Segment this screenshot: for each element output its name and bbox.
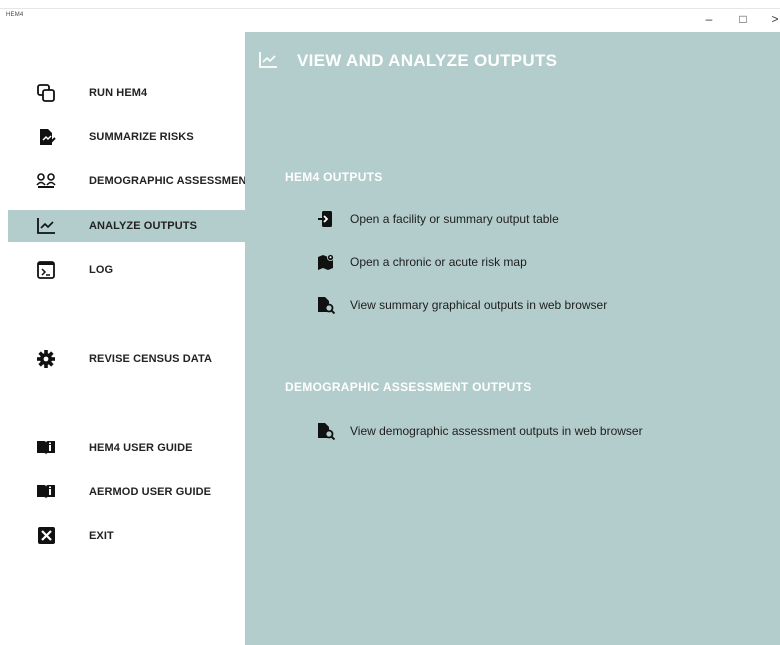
- sidebar-item-hem4-user-guide[interactable]: HEM4 USER GUIDE: [8, 432, 245, 464]
- sidebar: RUN HEM4 SUMMARIZE RISKS DEMOGRAPHIC ASS…: [0, 32, 253, 645]
- copy-windows-icon: [36, 84, 56, 102]
- open-risk-map-link[interactable]: Open a chronic or acute risk map: [317, 251, 527, 273]
- action-label: View demographic assessment outputs in w…: [350, 424, 643, 438]
- sidebar-item-label: ANALYZE OUTPUTS: [89, 220, 198, 232]
- view-summary-graphical-outputs-link[interactable]: View summary graphical outputs in web br…: [317, 294, 607, 316]
- map-pin-icon: [317, 253, 335, 271]
- sidebar-item-log[interactable]: LOG: [8, 254, 245, 286]
- gear-icon: [36, 350, 56, 368]
- sidebar-item-exit[interactable]: EXIT: [8, 520, 245, 552]
- open-output-table-link[interactable]: Open a facility or summary output table: [317, 208, 559, 230]
- sidebar-item-label: EXIT: [89, 530, 114, 542]
- open-file-icon: [317, 210, 335, 228]
- action-label: Open a chronic or acute risk map: [350, 255, 527, 269]
- main-panel: VIEW AND ANALYZE OUTPUTS HEM4 OUTPUTS Op…: [245, 32, 780, 645]
- book-icon: [36, 439, 56, 457]
- sidebar-item-run-hem4[interactable]: RUN HEM4: [8, 77, 245, 109]
- sidebar-item-label: HEM4 USER GUIDE: [89, 442, 193, 454]
- sidebar-item-aermod-user-guide[interactable]: AERMOD USER GUIDE: [8, 476, 245, 508]
- close-window-button[interactable]: >: [768, 12, 780, 26]
- page-title: VIEW AND ANALYZE OUTPUTS: [297, 51, 558, 70]
- sidebar-item-label: DEMOGRAPHIC ASSESSMENT: [89, 175, 254, 187]
- sidebar-item-label: LOG: [89, 264, 114, 276]
- sidebar-item-label: RUN HEM4: [89, 87, 148, 99]
- sidebar-item-demographic-assessment[interactable]: DEMOGRAPHIC ASSESSMENT: [8, 165, 253, 197]
- app-title: HEM4: [6, 12, 24, 18]
- section-title-hem4-outputs: HEM4 OUTPUTS: [285, 170, 383, 184]
- minimize-button[interactable]: –: [702, 12, 716, 26]
- file-search-icon: [317, 296, 335, 314]
- sidebar-item-analyze-outputs[interactable]: ANALYZE OUTPUTS: [8, 210, 245, 242]
- maximize-button[interactable]: □: [736, 12, 750, 26]
- people-group-icon: [36, 172, 56, 190]
- line-chart-icon: [258, 51, 278, 69]
- action-label: View summary graphical outputs in web br…: [350, 298, 608, 312]
- document-edit-icon: [36, 128, 56, 146]
- title-bar: HEM4 – □ >: [0, 0, 780, 32]
- view-demographic-outputs-link[interactable]: View demographic assessment outputs in w…: [317, 420, 643, 442]
- section-title-demographic-outputs: DEMOGRAPHIC ASSESSMENT OUTPUTS: [285, 380, 532, 394]
- title-bar-divider: [0, 8, 780, 9]
- file-search-icon: [317, 422, 335, 440]
- line-chart-icon: [36, 217, 56, 235]
- sidebar-item-label: REVISE CENSUS DATA: [89, 353, 213, 365]
- sidebar-item-revise-census-data[interactable]: REVISE CENSUS DATA: [8, 343, 245, 375]
- sidebar-item-summarize-risks[interactable]: SUMMARIZE RISKS: [8, 121, 245, 153]
- terminal-icon: [36, 261, 56, 279]
- sidebar-item-label: SUMMARIZE RISKS: [89, 131, 194, 143]
- sidebar-item-label: AERMOD USER GUIDE: [89, 486, 212, 498]
- action-label: Open a facility or summary output table: [350, 212, 559, 226]
- close-box-icon: [36, 527, 56, 545]
- book-icon: [36, 483, 56, 501]
